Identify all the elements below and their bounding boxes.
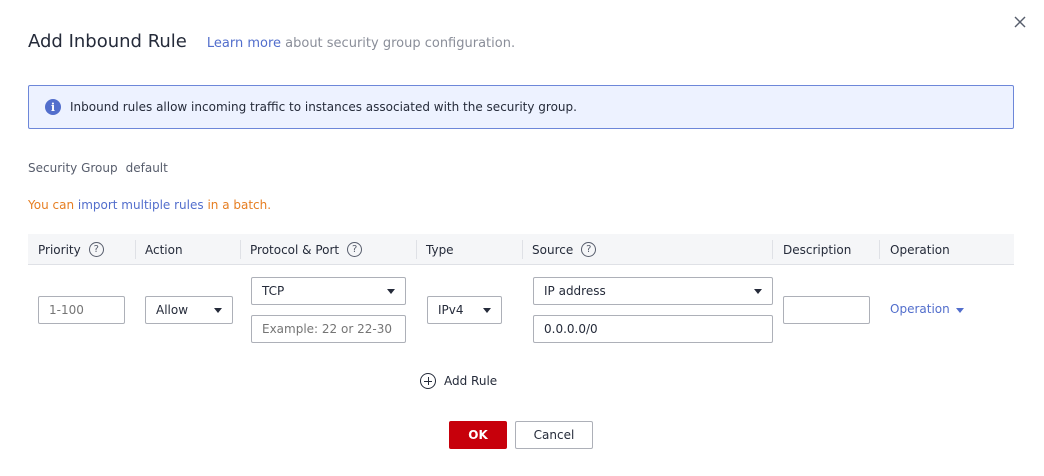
plus-circle-icon: [420, 373, 436, 389]
header-source-label: Source: [532, 242, 574, 257]
source-type-select[interactable]: IP address: [533, 277, 773, 305]
header-action-label: Action: [145, 242, 183, 257]
protocol-select[interactable]: TCP: [251, 277, 406, 305]
ok-button[interactable]: OK: [449, 421, 507, 449]
chevron-down-icon: [387, 289, 395, 294]
action-select[interactable]: Allow: [145, 296, 233, 324]
import-suffix: in a batch.: [203, 198, 272, 212]
chevron-down-icon: [483, 308, 491, 313]
header-operation: Operation: [880, 234, 1014, 265]
add-rule-label: Add Rule: [444, 374, 498, 388]
header-description-label: Description: [783, 242, 852, 257]
header-priority: Priority ?: [28, 234, 135, 265]
title-description: Learn more about security group configur…: [207, 36, 515, 51]
priority-input[interactable]: [38, 296, 125, 324]
port-input[interactable]: [251, 315, 406, 343]
add-rule-button[interactable]: Add Rule: [420, 373, 497, 389]
operation-link-label: Operation: [890, 302, 950, 316]
chevron-down-icon: [754, 289, 762, 294]
info-icon: i: [45, 99, 61, 115]
header-type: Type: [416, 234, 522, 265]
header-operation-label: Operation: [890, 242, 950, 257]
dialog-header: Add Inbound Rule Learn more about securi…: [28, 31, 515, 59]
import-rules-link[interactable]: import multiple rules: [78, 198, 204, 212]
dialog-title: Add Inbound Rule: [28, 31, 187, 52]
header-protocol-port-label: Protocol & Port: [250, 242, 340, 257]
import-prefix: You can: [28, 198, 78, 212]
protocol-select-value: TCP: [262, 284, 285, 298]
type-select[interactable]: IPv4: [427, 296, 502, 324]
header-source: Source ?: [522, 234, 772, 265]
info-alert: i Inbound rules allow incoming traffic t…: [28, 85, 1014, 129]
header-description: Description: [773, 234, 879, 265]
info-text: Inbound rules allow incoming traffic to …: [70, 100, 577, 114]
cancel-button[interactable]: Cancel: [515, 421, 593, 449]
description-input[interactable]: [783, 296, 870, 324]
header-protocol-port: Protocol & Port ?: [240, 234, 416, 265]
security-group-label: Security Group: [28, 161, 118, 175]
learn-more-link[interactable]: Learn more: [207, 36, 281, 51]
source-input[interactable]: 0.0.0.0/0: [533, 315, 773, 343]
type-select-value: IPv4: [438, 303, 464, 317]
security-group-value: default: [125, 161, 168, 175]
operation-dropdown-link[interactable]: Operation: [890, 302, 964, 316]
chevron-down-icon: [214, 308, 222, 313]
header-action: Action: [135, 234, 240, 265]
source-type-select-value: IP address: [544, 284, 606, 298]
rules-table-header: Priority ? Action Protocol & Port ? Type…: [28, 234, 1014, 265]
priority-help-icon[interactable]: ?: [88, 242, 104, 257]
header-priority-label: Priority: [38, 242, 81, 257]
learn-more-suffix: about security group configuration.: [281, 36, 516, 51]
chevron-down-icon: [955, 307, 964, 313]
close-icon[interactable]: [1010, 12, 1030, 32]
source-input-value: 0.0.0.0/0: [544, 322, 598, 336]
security-group-row: Security Group default: [28, 161, 168, 175]
protocol-help-icon[interactable]: ?: [347, 242, 363, 257]
header-type-label: Type: [426, 242, 454, 257]
action-select-value: Allow: [156, 303, 189, 317]
source-help-icon[interactable]: ?: [581, 242, 597, 257]
import-hint: You can import multiple rules in a batch…: [28, 198, 271, 212]
